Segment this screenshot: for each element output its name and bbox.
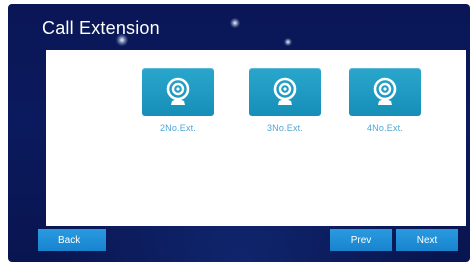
extension-label: 4No.Ext. xyxy=(366,123,404,133)
sparkle-decoration xyxy=(284,38,292,46)
extension-panel: 2No.Ext. 3No.Ext. 4No.Ext. xyxy=(46,50,466,226)
extension-4-button[interactable]: 4No.Ext. xyxy=(349,68,421,138)
webcam-icon xyxy=(373,77,397,105)
page-title: Call Extension xyxy=(42,18,160,38)
extension-label: 2No.Ext. xyxy=(159,123,197,133)
extension-3-button[interactable]: 3No.Ext. xyxy=(249,68,321,138)
extension-tile[interactable] xyxy=(349,68,421,116)
extension-tile[interactable] xyxy=(249,68,321,116)
webcam-icon xyxy=(273,77,297,105)
extension-tile[interactable] xyxy=(142,68,214,116)
extension-2-button[interactable]: 2No.Ext. xyxy=(142,68,214,138)
back-button[interactable]: Back xyxy=(38,229,106,251)
next-button[interactable]: Next xyxy=(396,229,458,251)
prev-button[interactable]: Prev xyxy=(330,229,392,251)
sparkle-decoration xyxy=(230,18,240,28)
window-background: Call Extension 2No.Ext. 3No.Ext. 4No.Ext… xyxy=(8,4,470,262)
screen: Call Extension 2No.Ext. 3No.Ext. 4No.Ext… xyxy=(0,0,474,266)
extension-label: 3No.Ext. xyxy=(266,123,304,133)
webcam-icon xyxy=(166,77,190,105)
